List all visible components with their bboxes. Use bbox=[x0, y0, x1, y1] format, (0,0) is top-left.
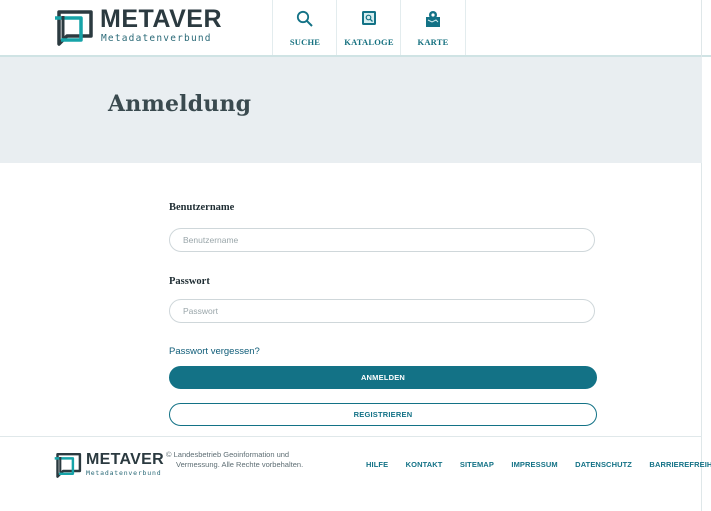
footer-links: HILFE KONTAKT SITEMAP IMPRESSUM DATENSCH… bbox=[366, 454, 711, 472]
footer-logo-title: METAVER bbox=[86, 451, 164, 468]
footer-link-kontakt[interactable]: KONTAKT bbox=[406, 460, 443, 469]
footer-logo[interactable]: METAVER Metadatenverbund bbox=[53, 450, 164, 480]
site-footer: METAVER Metadatenverbund © Landesbetrieb… bbox=[0, 437, 711, 511]
metaver-logo-icon bbox=[55, 10, 93, 46]
footer-link-impressum[interactable]: IMPRESSUM bbox=[511, 460, 557, 469]
copyright-line-2: Vermessung. Alle Rechte vorbehalten. bbox=[176, 460, 304, 469]
map-icon bbox=[426, 11, 440, 27]
catalog-icon bbox=[362, 11, 376, 25]
nav-label-karte: KARTE bbox=[417, 37, 449, 47]
footer-link-sitemap[interactable]: SITEMAP bbox=[460, 460, 494, 469]
password-label: Passwort bbox=[169, 276, 210, 287]
footer-copyright: © Landesbetrieb Geoinformation und Verme… bbox=[166, 450, 326, 470]
footer-logo-subtitle: Metadatenverbund bbox=[86, 469, 162, 477]
site-header: METAVER Metadatenverbund SUCHE KATALOGE bbox=[0, 0, 711, 57]
logo-title: METAVER bbox=[100, 5, 223, 33]
footer-link-barrierefreiheit[interactable]: BARRIEREFREIHEIT bbox=[649, 460, 711, 469]
password-field[interactable]: Passwort bbox=[169, 299, 595, 323]
site-logo[interactable]: METAVER Metadatenverbund bbox=[53, 4, 223, 50]
nav-item-kataloge[interactable]: KATALOGE bbox=[336, 0, 401, 55]
nav-item-karte[interactable]: KARTE bbox=[400, 0, 466, 55]
nav-item-suche[interactable]: SUCHE bbox=[272, 0, 337, 55]
metaver-logo-icon bbox=[54, 452, 82, 478]
nav-label-suche: SUCHE bbox=[289, 37, 321, 47]
page-title: Anmeldung bbox=[108, 91, 252, 117]
page-title-band bbox=[0, 57, 702, 163]
register-button[interactable]: REGISTRIEREN bbox=[169, 403, 597, 426]
logo-subtitle: Metadatenverbund bbox=[101, 33, 212, 44]
forgot-password-link[interactable]: Passwort vergessen? bbox=[169, 346, 260, 357]
footer-link-hilfe[interactable]: HILFE bbox=[366, 460, 388, 469]
search-icon bbox=[296, 10, 313, 27]
footer-link-datenschutz[interactable]: DATENSCHUTZ bbox=[575, 460, 632, 469]
username-placeholder: Benutzername bbox=[183, 235, 239, 245]
copyright-line-1: © Landesbetrieb Geoinformation und bbox=[166, 450, 290, 459]
username-label: Benutzername bbox=[169, 202, 235, 213]
password-placeholder: Passwort bbox=[183, 306, 218, 316]
login-button[interactable]: ANMELDEN bbox=[169, 366, 597, 389]
nav-label-kataloge: KATALOGE bbox=[344, 37, 394, 47]
username-field[interactable]: Benutzername bbox=[169, 228, 595, 252]
